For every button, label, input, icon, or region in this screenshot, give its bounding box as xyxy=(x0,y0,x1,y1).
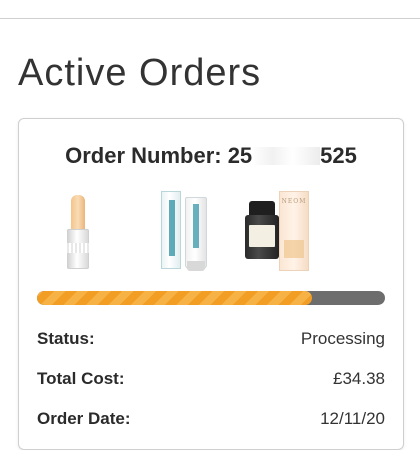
total-cost-label: Total Cost: xyxy=(37,369,125,388)
order-progress-fill xyxy=(37,291,312,305)
order-number-tail: 525 xyxy=(320,143,357,168)
product-thumbnails: NEOM xyxy=(55,191,375,273)
order-number-redacted xyxy=(252,147,321,165)
product-neom[interactable]: NEOM xyxy=(243,191,313,271)
order-date-label: Order Date: xyxy=(37,409,131,428)
regenerate-tube-label xyxy=(193,204,199,248)
neom-box: NEOM xyxy=(279,191,309,271)
status-label: Status: xyxy=(37,329,95,348)
order-number-text: Order Number: 25 xyxy=(65,143,253,168)
neom-oil-label xyxy=(249,225,275,247)
regenerate-tube xyxy=(185,197,207,269)
regenerate-tube-cap xyxy=(187,261,205,271)
neom-oil-cap xyxy=(249,201,275,215)
order-number: Order Number: 25 525 xyxy=(19,143,403,169)
lipstick-bullet xyxy=(71,195,85,231)
neom-box-brand: NEOM xyxy=(281,198,307,205)
status-value: Processing xyxy=(300,329,385,348)
product-lipstick[interactable] xyxy=(61,191,103,271)
total-cost-value: £34.38 xyxy=(333,369,385,388)
active-order-card[interactable]: Order Number: 25 525 NEOM Status: Process xyxy=(18,118,404,450)
order-date-value: 12/11/20 xyxy=(320,409,385,428)
regenerate-box-label xyxy=(169,200,175,256)
order-progress-bar xyxy=(37,291,385,305)
regenerate-box xyxy=(161,191,181,269)
product-regenerate[interactable] xyxy=(159,191,215,271)
lipstick-band xyxy=(67,243,89,253)
neom-box-band xyxy=(284,240,304,258)
page-title: Active Orders xyxy=(18,52,262,94)
header-divider xyxy=(0,18,420,19)
